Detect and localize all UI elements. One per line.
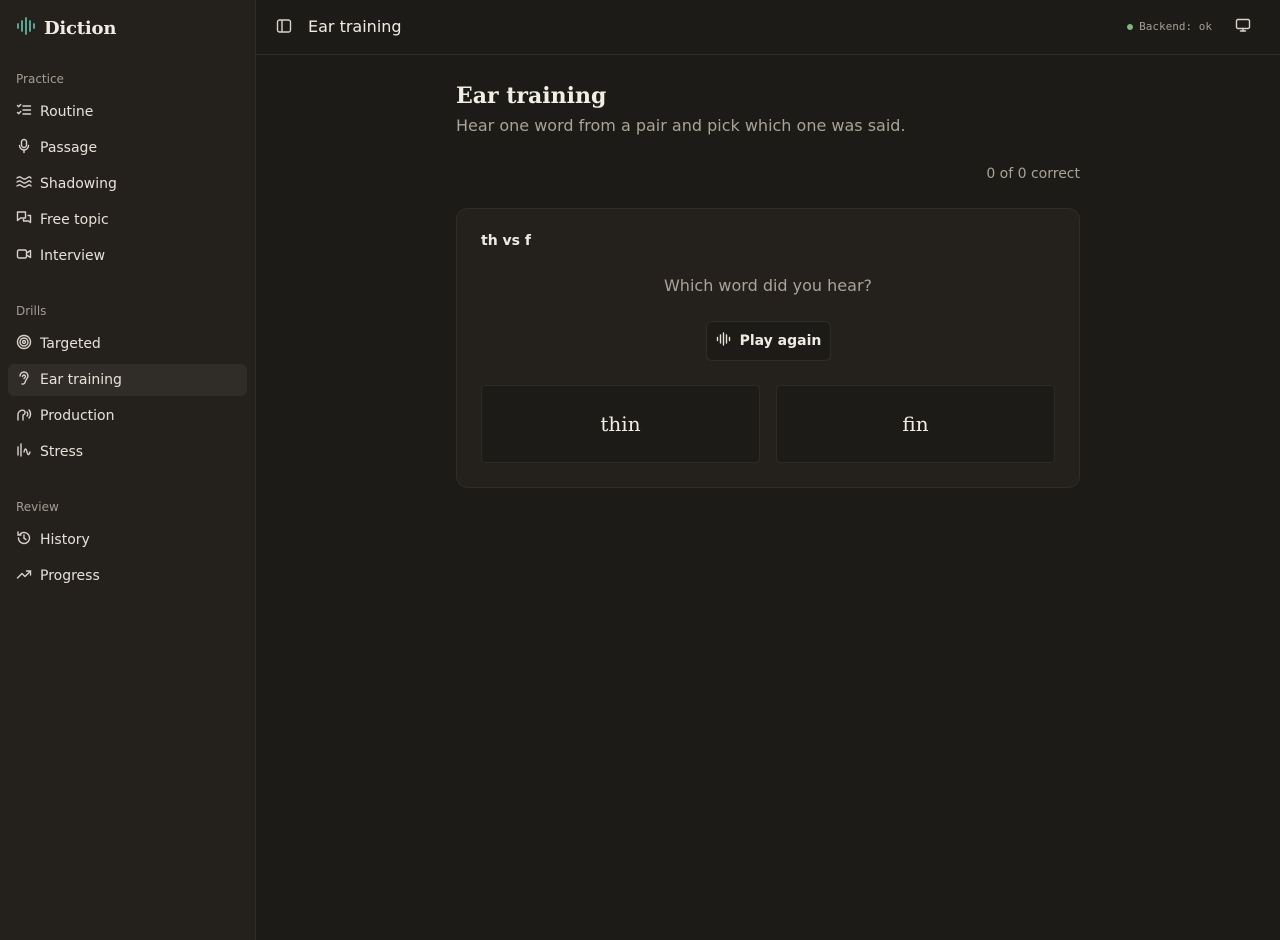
sidebar-item-label: Passage bbox=[40, 140, 98, 156]
sidebar-item-ear-training[interactable]: Ear training bbox=[8, 364, 247, 396]
backend-status-text: Backend: ok bbox=[1139, 20, 1212, 33]
backend-status: Backend: ok bbox=[1127, 20, 1212, 33]
play-again-button[interactable]: Play again bbox=[706, 321, 831, 361]
sidebar-item-history[interactable]: History bbox=[8, 524, 247, 556]
sidebar-item-targeted[interactable]: Targeted bbox=[8, 328, 247, 360]
group-label-review: Review bbox=[16, 500, 59, 514]
sidebar-item-label: Shadowing bbox=[40, 176, 117, 192]
sidebar-item-label: Ear training bbox=[40, 372, 122, 388]
sidebar-toggle-button[interactable] bbox=[270, 14, 298, 42]
monitor-icon bbox=[1235, 17, 1251, 37]
sidebar-item-shadowing[interactable]: Shadowing bbox=[8, 168, 247, 200]
brand[interactable]: Diction bbox=[16, 16, 116, 40]
trending-up-icon bbox=[16, 566, 32, 586]
sidebar-item-label: Production bbox=[40, 408, 115, 424]
sidebar-item-label: Progress bbox=[40, 568, 100, 584]
speech-icon bbox=[16, 406, 32, 426]
sidebar-item-production[interactable]: Production bbox=[8, 400, 247, 432]
sidebar-item-stress[interactable]: Stress bbox=[8, 436, 247, 468]
sidebar-item-free-topic[interactable]: Free topic bbox=[8, 204, 247, 236]
page-title: Ear training bbox=[456, 83, 607, 109]
sidebar-item-label: History bbox=[40, 532, 90, 548]
group-label-drills: Drills bbox=[16, 304, 47, 318]
sidebar-item-label: Interview bbox=[40, 248, 106, 264]
main-content: Ear training Hear one word from a pair a… bbox=[456, 80, 1080, 488]
panel-left-icon bbox=[276, 18, 292, 38]
audio-waveform-icon bbox=[16, 17, 36, 39]
history-icon bbox=[16, 530, 32, 550]
page-subtitle: Hear one word from a pair and pick which… bbox=[456, 116, 906, 135]
app-name: Diction bbox=[44, 17, 117, 39]
target-icon bbox=[16, 334, 32, 354]
pair-label: th vs f bbox=[481, 233, 531, 249]
choice-thin[interactable]: thin bbox=[481, 385, 760, 463]
question-prompt: Which word did you hear? bbox=[663, 276, 873, 295]
sidebar-item-routine[interactable]: Routine bbox=[8, 96, 247, 128]
top-bar: Ear training Backend: ok bbox=[256, 0, 1280, 55]
ear-icon bbox=[16, 370, 32, 390]
waves-icon bbox=[16, 174, 32, 194]
sidebar-item-label: Targeted bbox=[40, 336, 101, 352]
choice-fin[interactable]: fin bbox=[776, 385, 1055, 463]
activity-icon bbox=[16, 442, 32, 462]
status-dot-icon bbox=[1127, 23, 1134, 30]
group-label-practice: Practice bbox=[16, 72, 64, 86]
audio-waveform-icon bbox=[716, 332, 732, 350]
sidebar-item-label: Free topic bbox=[40, 212, 109, 228]
list-checks-icon bbox=[16, 102, 32, 122]
breadcrumb-title: Ear training bbox=[308, 17, 402, 36]
sidebar-item-interview[interactable]: Interview bbox=[8, 240, 247, 272]
drill-card: th vs f Which word did you hear? Play ag… bbox=[456, 208, 1080, 488]
chat-bubbles-icon bbox=[16, 210, 32, 230]
score-counter: 0 of 0 correct bbox=[986, 166, 1080, 182]
microphone-icon bbox=[16, 138, 32, 158]
sidebar: Diction Practice Routine Passage Shadowi… bbox=[0, 0, 256, 940]
sidebar-item-passage[interactable]: Passage bbox=[8, 132, 247, 164]
video-camera-icon bbox=[16, 246, 32, 266]
sidebar-item-progress[interactable]: Progress bbox=[8, 560, 247, 592]
sidebar-item-label: Stress bbox=[40, 444, 84, 460]
display-mode-button[interactable] bbox=[1232, 16, 1254, 38]
play-again-label: Play again bbox=[739, 333, 822, 349]
sidebar-item-label: Routine bbox=[40, 104, 94, 120]
